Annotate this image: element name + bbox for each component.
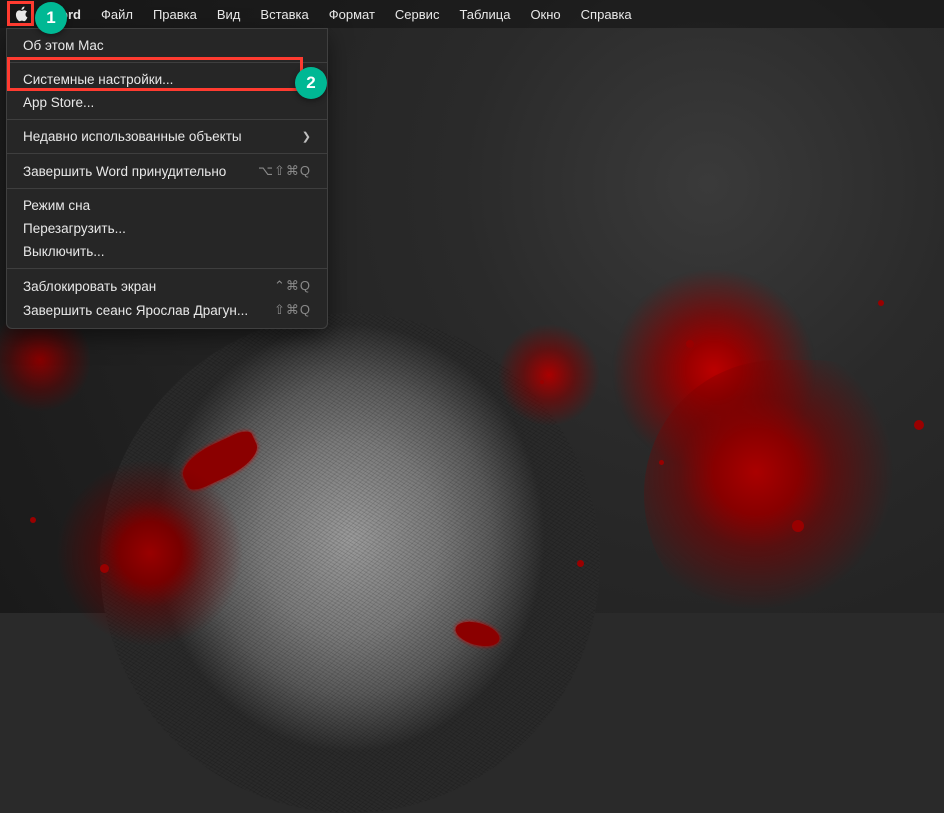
menu-shortcut: ⇧⌘Q <box>274 302 311 318</box>
menu-label: App Store... <box>23 95 94 110</box>
menu-separator <box>7 188 327 189</box>
apple-menu-dropdown: Об этом Mac Системные настройки... App S… <box>6 28 328 329</box>
menu-label: Выключить... <box>23 244 105 259</box>
menu-label: Системные настройки... <box>23 72 173 87</box>
menubar-item-window[interactable]: Окно <box>520 0 570 28</box>
menubar: Word Файл Правка Вид Вставка Формат Серв… <box>0 0 944 28</box>
menubar-item-edit[interactable]: Правка <box>143 0 207 28</box>
menu-label: Недавно использованные объекты <box>23 129 242 144</box>
menubar-item-help[interactable]: Справка <box>571 0 642 28</box>
menu-label: Завершить Word принудительно <box>23 164 226 179</box>
menubar-item-format[interactable]: Формат <box>319 0 385 28</box>
menubar-item-tools[interactable]: Сервис <box>385 0 450 28</box>
menu-label: Завершить сеанс Ярослав Драгун... <box>23 303 248 318</box>
menu-separator <box>7 153 327 154</box>
menu-sleep[interactable]: Режим сна <box>7 194 327 217</box>
menu-restart[interactable]: Перезагрузить... <box>7 217 327 240</box>
menu-separator <box>7 62 327 63</box>
menu-force-quit[interactable]: Завершить Word принудительно ⌥⇧⌘Q <box>7 159 327 183</box>
menubar-item-view[interactable]: Вид <box>207 0 251 28</box>
menu-recent-items[interactable]: Недавно использованные объекты ❯ <box>7 125 327 148</box>
menu-lock-screen[interactable]: Заблокировать экран ⌃⌘Q <box>7 274 327 298</box>
menubar-item-file[interactable]: Файл <box>91 0 143 28</box>
menu-label: Об этом Mac <box>23 38 104 53</box>
menu-label: Режим сна <box>23 198 90 213</box>
menubar-item-table[interactable]: Таблица <box>449 0 520 28</box>
menu-system-settings[interactable]: Системные настройки... <box>7 68 327 91</box>
menu-about-mac[interactable]: Об этом Mac <box>7 34 327 57</box>
menu-shutdown[interactable]: Выключить... <box>7 240 327 263</box>
menu-logout[interactable]: Завершить сеанс Ярослав Драгун... ⇧⌘Q <box>7 298 327 322</box>
menu-app-store[interactable]: App Store... <box>7 91 327 114</box>
annotation-badge-1: 1 <box>35 2 67 34</box>
menu-label: Заблокировать экран <box>23 279 156 294</box>
menu-shortcut: ⌥⇧⌘Q <box>258 163 311 179</box>
chevron-right-icon: ❯ <box>302 130 311 143</box>
annotation-badge-2: 2 <box>295 67 327 99</box>
menu-separator <box>7 119 327 120</box>
menu-shortcut: ⌃⌘Q <box>274 278 311 294</box>
menu-label: Перезагрузить... <box>23 221 126 236</box>
menubar-item-insert[interactable]: Вставка <box>250 0 318 28</box>
menu-separator <box>7 268 327 269</box>
